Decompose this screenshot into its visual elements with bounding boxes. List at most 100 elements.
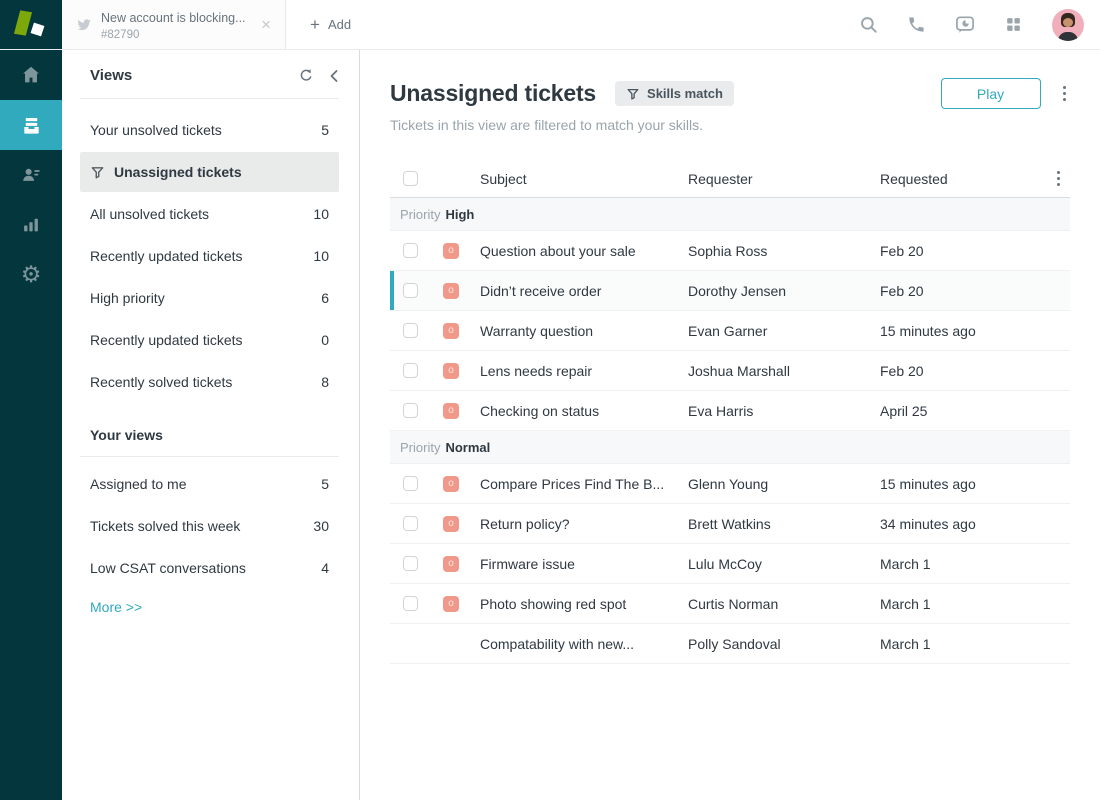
page-title: Unassigned tickets bbox=[390, 80, 597, 106]
divider bbox=[80, 456, 339, 457]
refresh-views-icon[interactable] bbox=[298, 68, 314, 84]
status-badge-open: o bbox=[443, 282, 459, 299]
ticket-requester: Eva Harris bbox=[688, 402, 754, 419]
row-checkbox[interactable] bbox=[403, 476, 418, 491]
status-badge-open: o bbox=[443, 402, 459, 419]
ticket-subject: Compare Prices Find The B... bbox=[480, 475, 665, 492]
nav-settings-icon[interactable]: ⚙ bbox=[0, 250, 62, 300]
ticket-row[interactable]: o Lens needs repair Joshua Marshall Feb … bbox=[390, 351, 1070, 391]
ticket-subject: Warranty question bbox=[480, 322, 594, 339]
view-item-assigned-to-me[interactable]: Assigned to me 5 bbox=[80, 463, 339, 505]
column-header-requested[interactable]: Requested bbox=[880, 171, 1040, 187]
ticket-requested: March 1 bbox=[880, 635, 931, 652]
add-tab-button[interactable]: + Add bbox=[286, 0, 375, 49]
status-badge-open: o bbox=[443, 595, 459, 612]
user-avatar[interactable] bbox=[1052, 8, 1084, 41]
ticket-requested: March 1 bbox=[880, 555, 931, 572]
status-badge-open: o bbox=[443, 475, 459, 492]
ticket-requester: Curtis Norman bbox=[688, 595, 779, 612]
apps-grid-icon[interactable] bbox=[1004, 15, 1023, 34]
ticket-row[interactable]: o Return policy? Brett Watkins 34 minute… bbox=[390, 504, 1070, 544]
row-checkbox[interactable] bbox=[403, 596, 418, 611]
ticket-requester: Glenn Young bbox=[688, 475, 769, 492]
ticket-requester: Evan Garner bbox=[688, 322, 768, 339]
divider bbox=[80, 98, 339, 99]
column-header-subject[interactable]: Subject bbox=[480, 171, 688, 187]
select-all-checkbox[interactable] bbox=[403, 171, 418, 186]
ticket-row[interactable]: o Warranty question Evan Garner 15 minut… bbox=[390, 311, 1070, 351]
zendesk-logo[interactable] bbox=[0, 0, 62, 49]
phone-icon[interactable] bbox=[907, 15, 926, 34]
status-badge-open: o bbox=[443, 555, 459, 572]
ticket-tab[interactable]: New account is blocking... #82790 × bbox=[62, 0, 286, 49]
ticket-subject: Photo showing red spot bbox=[480, 595, 627, 612]
view-item-your-unsolved[interactable]: Your unsolved tickets 5 bbox=[80, 109, 339, 151]
row-checkbox[interactable] bbox=[403, 403, 418, 418]
ticket-row[interactable]: o Checking on status Eva Harris April 25 bbox=[390, 391, 1070, 431]
ticket-subject: Checking on status bbox=[480, 402, 600, 419]
view-item-all-unsolved[interactable]: All unsolved tickets 10 bbox=[80, 193, 339, 235]
ticket-requester: Polly Sandoval bbox=[688, 635, 781, 652]
tab-title: New account is blocking... bbox=[101, 10, 246, 25]
view-item-low-csat[interactable]: Low CSAT conversations 4 bbox=[80, 547, 339, 589]
row-checkbox[interactable] bbox=[403, 363, 418, 378]
ticket-row[interactable]: o Question about your sale Sophia Ross F… bbox=[390, 231, 1070, 271]
nav-customers-icon[interactable] bbox=[0, 150, 62, 200]
app-window: New account is blocking... #82790 × + Ad… bbox=[0, 0, 1100, 800]
collapse-panel-icon[interactable] bbox=[328, 69, 339, 83]
view-item-high-priority[interactable]: High priority 6 bbox=[80, 277, 339, 319]
row-checkbox[interactable] bbox=[403, 516, 418, 531]
main-content: Unassigned tickets Skills match Play Tic… bbox=[360, 50, 1100, 800]
your-views-heading: Your views bbox=[90, 427, 163, 443]
ticket-requested: April 25 bbox=[880, 402, 928, 419]
view-subtitle: Tickets in this view are filtered to mat… bbox=[390, 117, 704, 133]
view-item-unassigned-selected[interactable]: Unassigned tickets bbox=[80, 152, 339, 192]
ticket-requested: Feb 20 bbox=[880, 362, 924, 379]
table-header-row: Subject Requester Requested bbox=[390, 160, 1070, 198]
ticket-requested: Feb 20 bbox=[880, 242, 924, 259]
ticket-requester: Dorothy Jensen bbox=[688, 282, 787, 299]
ticket-row-no-controls[interactable]: Compatability with new... Polly Sandoval… bbox=[390, 624, 1070, 664]
views-panel: Views Your unsolved tickets 5 Unassigned… bbox=[62, 50, 360, 800]
row-checkbox[interactable] bbox=[403, 323, 418, 338]
ticket-row[interactable]: o Photo showing red spot Curtis Norman M… bbox=[390, 584, 1070, 624]
close-tab-icon[interactable]: × bbox=[257, 14, 275, 35]
nav-reporting-icon[interactable] bbox=[0, 200, 62, 250]
filter-funnel-icon bbox=[626, 87, 640, 101]
status-badge-open: o bbox=[443, 362, 459, 379]
row-checkbox[interactable] bbox=[403, 283, 418, 298]
view-options-kebab-icon[interactable] bbox=[1059, 82, 1071, 106]
column-header-requester[interactable]: Requester bbox=[688, 171, 880, 187]
ticket-requester: Lulu McCoy bbox=[688, 555, 762, 572]
search-icon[interactable] bbox=[859, 15, 878, 34]
ticket-requester: Joshua Marshall bbox=[688, 362, 790, 379]
more-views-link[interactable]: More >> bbox=[90, 599, 142, 615]
nav-views-icon[interactable] bbox=[0, 100, 62, 150]
ticket-row[interactable]: o Compare Prices Find The B... Glenn You… bbox=[390, 464, 1070, 504]
nav-home-icon[interactable] bbox=[0, 50, 62, 100]
view-item-recently-updated[interactable]: Recently updated tickets 10 bbox=[80, 235, 339, 277]
ticket-row[interactable]: o Firmware issue Lulu McCoy March 1 bbox=[390, 544, 1070, 584]
table-options-kebab-icon[interactable] bbox=[1053, 167, 1065, 191]
ticket-requested: 34 minutes ago bbox=[880, 515, 976, 532]
topbar-actions bbox=[859, 0, 1100, 49]
view-item-tickets-solved-week[interactable]: Tickets solved this week 30 bbox=[80, 505, 339, 547]
logo-green-shape bbox=[13, 10, 33, 36]
ticket-row-current[interactable]: o Didn’t receive order Dorothy Jensen Fe… bbox=[390, 271, 1070, 311]
chat-icon[interactable] bbox=[955, 15, 975, 35]
twitter-icon bbox=[76, 17, 92, 33]
play-button[interactable]: Play bbox=[940, 78, 1041, 109]
row-checkbox[interactable] bbox=[403, 556, 418, 571]
ticket-requested: 15 minutes ago bbox=[880, 322, 976, 339]
tab-ticket-id: #82790 bbox=[101, 28, 140, 41]
view-item-recently-solved[interactable]: Recently solved tickets 8 bbox=[80, 361, 339, 403]
skills-match-badge[interactable]: Skills match bbox=[615, 81, 734, 106]
ticket-requested: 15 minutes ago bbox=[880, 475, 976, 492]
ticket-subject: Question about your sale bbox=[480, 242, 636, 259]
shared-views-list: Your unsolved tickets 5 Unassigned ticke… bbox=[80, 109, 339, 403]
ticket-subject: Compatability with new... bbox=[480, 635, 635, 652]
ticket-subject: Firmware issue bbox=[480, 555, 575, 572]
ticket-subject: Didn’t receive order bbox=[480, 282, 602, 299]
view-item-recently-updated-2[interactable]: Recently updated tickets 0 bbox=[80, 319, 339, 361]
row-checkbox[interactable] bbox=[403, 243, 418, 258]
